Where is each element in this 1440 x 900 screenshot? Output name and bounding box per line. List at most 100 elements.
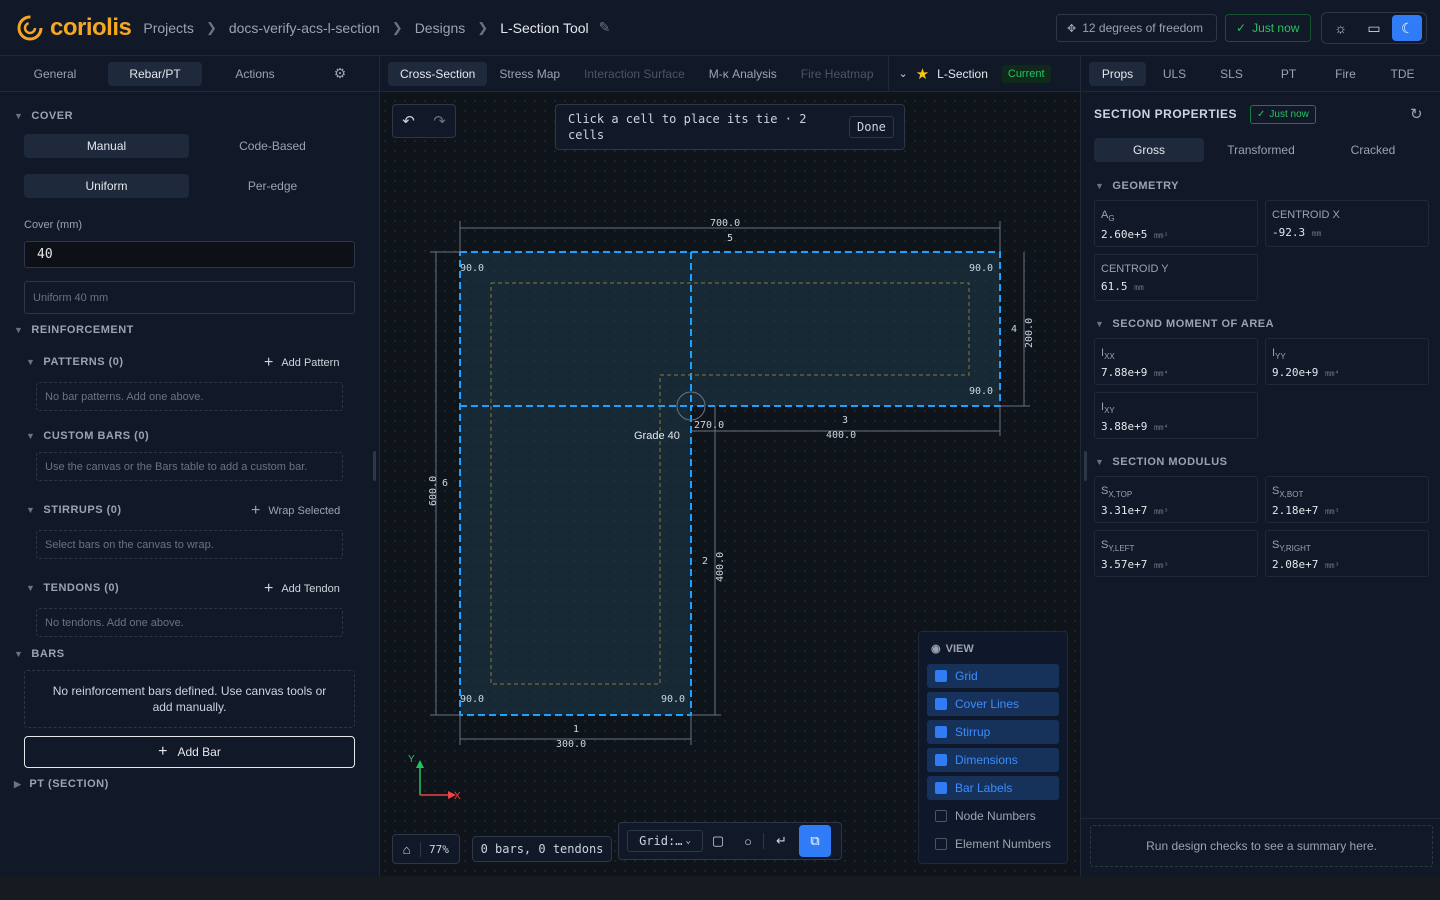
dof-badge[interactable]: ✥ 12 degrees of freedom xyxy=(1056,14,1217,42)
props-status-badge: ✓ Just now xyxy=(1250,105,1316,124)
chevron-right-icon: ❯ xyxy=(205,19,217,35)
grid-select[interactable]: Grid:… ⌄ xyxy=(627,830,703,852)
panel-title: SECTION PROPERTIES xyxy=(1094,107,1238,121)
cover-mode-code[interactable]: Code-Based xyxy=(190,134,355,158)
mode-transformed[interactable]: Transformed xyxy=(1206,138,1316,162)
mode-cracked[interactable]: Cracked xyxy=(1318,138,1428,162)
toggle-dimensions[interactable]: Dimensions xyxy=(927,748,1059,772)
tab-tde[interactable]: TDE xyxy=(1374,62,1431,86)
refresh-icon[interactable]: ↻ xyxy=(1410,105,1423,123)
monitor-icon[interactable]: ▭ xyxy=(1359,15,1389,41)
view-title: ◉ VIEW xyxy=(931,642,974,656)
section-geometry[interactable]: ▼ GEOMETRY xyxy=(1095,180,1179,192)
card-sy-right: SY,RIGHT 2.08e+7 mm³ xyxy=(1265,530,1429,577)
checkbox[interactable] xyxy=(935,670,947,682)
section-stirrups[interactable]: ▼ STIRRUPS (0) xyxy=(26,504,122,516)
chevron-down-icon: ▼ xyxy=(26,431,36,441)
toggle-grid[interactable]: Grid xyxy=(927,664,1059,688)
chevron-down-icon: ▼ xyxy=(1095,457,1105,467)
left-tabs: General Rebar/PT Actions ⚙ xyxy=(0,56,379,92)
chevron-down-icon: ▼ xyxy=(1095,181,1105,191)
section-pt[interactable]: ▶ PT (SECTION) xyxy=(14,778,109,790)
chevron-down-icon: ▼ xyxy=(14,111,24,121)
breadcrumb-projects[interactable]: Projects xyxy=(143,20,194,36)
tab-uls[interactable]: ULS xyxy=(1146,62,1203,86)
enter-tool-icon[interactable]: ↵ xyxy=(763,833,799,849)
tie-tool-icon[interactable]: ⧉ xyxy=(799,825,831,857)
section-tool-icon[interactable]: ▢ xyxy=(703,833,733,849)
toggle-bar-labels[interactable]: Bar Labels xyxy=(927,776,1059,800)
edge-2: 2 xyxy=(702,556,708,567)
patterns-empty: No bar patterns. Add one above. xyxy=(36,382,343,411)
cover-edge-per-edge[interactable]: Per-edge xyxy=(190,174,355,198)
add-pattern-button[interactable]: + Add Pattern xyxy=(264,354,339,372)
checkbox[interactable] xyxy=(935,726,947,738)
dim-bottom: 300.0 xyxy=(556,739,586,750)
section-patterns[interactable]: ▼ PATTERNS (0) xyxy=(26,356,124,368)
add-tendon-button[interactable]: + Add Tendon xyxy=(264,580,340,598)
cover-mode-manual[interactable]: Manual xyxy=(24,134,189,158)
axis-y-label: Y xyxy=(408,754,415,765)
circle-tool-icon[interactable]: ○ xyxy=(733,834,763,849)
home-icon[interactable]: ⌂ xyxy=(393,841,421,857)
section-modulus[interactable]: ▼ SECTION MODULUS xyxy=(1095,456,1227,468)
plus-icon: + xyxy=(158,743,168,760)
tab-actions[interactable]: Actions xyxy=(208,62,302,86)
top-header: coriolis Projects ❯ docs-verify-acs-l-se… xyxy=(0,0,1440,56)
section-cover[interactable]: ▼ COVER xyxy=(14,110,73,122)
cover-tr: 90.0 xyxy=(969,263,993,274)
checkbox[interactable] xyxy=(935,698,947,710)
section-custom-bars[interactable]: ▼ CUSTOM BARS (0) xyxy=(26,430,149,442)
tab-general[interactable]: General xyxy=(8,62,102,86)
card-iyy: IYY 9.20e+9 mm⁴ xyxy=(1265,338,1429,385)
edge-4: 4 xyxy=(1011,324,1017,335)
toggle-cover-lines[interactable]: Cover Lines xyxy=(927,692,1059,716)
toggle-stirrup[interactable]: Stirrup xyxy=(927,720,1059,744)
right-resize-handle[interactable] xyxy=(1084,451,1087,481)
toggle-element-numbers[interactable]: Element Numbers xyxy=(927,832,1059,856)
checkbox[interactable] xyxy=(935,782,947,794)
cover-edge-uniform[interactable]: Uniform xyxy=(24,174,189,198)
left-resize-handle[interactable] xyxy=(373,451,376,481)
breadcrumb-project[interactable]: docs-verify-acs-l-section xyxy=(229,20,380,36)
checkbox[interactable] xyxy=(935,754,947,766)
checkbox[interactable] xyxy=(935,810,947,822)
zoom-level[interactable]: 77% xyxy=(421,843,449,856)
wrap-selected-button[interactable]: + Wrap Selected xyxy=(251,502,340,520)
checkbox[interactable] xyxy=(935,838,947,850)
bar-count: 0 bars, 0 tendons xyxy=(472,836,612,862)
save-status[interactable]: ✓ Just now xyxy=(1225,14,1311,42)
tab-rebar-pt[interactable]: Rebar/PT xyxy=(108,61,202,86)
section-tendons[interactable]: ▼ TENDONS (0) xyxy=(26,582,119,594)
section-second-moment[interactable]: ▼ SECOND MOMENT OF AREA xyxy=(1095,318,1274,330)
bars-empty: No reinforcement bars defined. Use canva… xyxy=(24,670,355,728)
chevron-down-icon: ▼ xyxy=(14,325,24,335)
tab-fire[interactable]: Fire xyxy=(1317,62,1374,86)
tab-sls[interactable]: SLS xyxy=(1203,62,1260,86)
gear-icon[interactable]: ⚙ xyxy=(320,62,360,86)
cover-tl: 90.0 xyxy=(460,263,484,274)
chevron-right-icon: ▶ xyxy=(14,778,22,789)
moon-icon[interactable]: ☾ xyxy=(1392,15,1423,41)
plus-icon: + xyxy=(264,580,274,597)
logo[interactable]: coriolis xyxy=(16,14,132,42)
section-bars[interactable]: ▼ BARS xyxy=(14,648,65,660)
app: coriolis Projects ❯ docs-verify-acs-l-se… xyxy=(0,0,1440,900)
chevron-down-icon: ⌄ xyxy=(685,836,691,846)
breadcrumb-designs[interactable]: Designs xyxy=(415,20,466,36)
card-centroid-x: CENTROID X -92.3 mm xyxy=(1265,200,1429,247)
theme-switcher: ☼ ▭ ☾ xyxy=(1321,12,1427,44)
dim-inner: 400.0 xyxy=(715,552,726,582)
material-label: Grade 40 xyxy=(634,430,680,442)
tab-props[interactable]: Props xyxy=(1089,61,1146,86)
dim-left: 600.0 xyxy=(428,476,439,506)
cover-input[interactable]: 40 xyxy=(24,241,355,268)
chevron-right-icon: ❯ xyxy=(477,19,489,35)
section-reinforcement[interactable]: ▼ REINFORCEMENT xyxy=(14,324,134,336)
pencil-icon[interactable]: ✎ xyxy=(599,19,611,36)
add-bar-button[interactable]: + Add Bar xyxy=(24,736,355,768)
sun-icon[interactable]: ☼ xyxy=(1326,15,1356,41)
mode-gross[interactable]: Gross xyxy=(1094,138,1204,162)
toggle-node-numbers[interactable]: Node Numbers xyxy=(927,804,1059,828)
tab-pt[interactable]: PT xyxy=(1260,62,1317,86)
